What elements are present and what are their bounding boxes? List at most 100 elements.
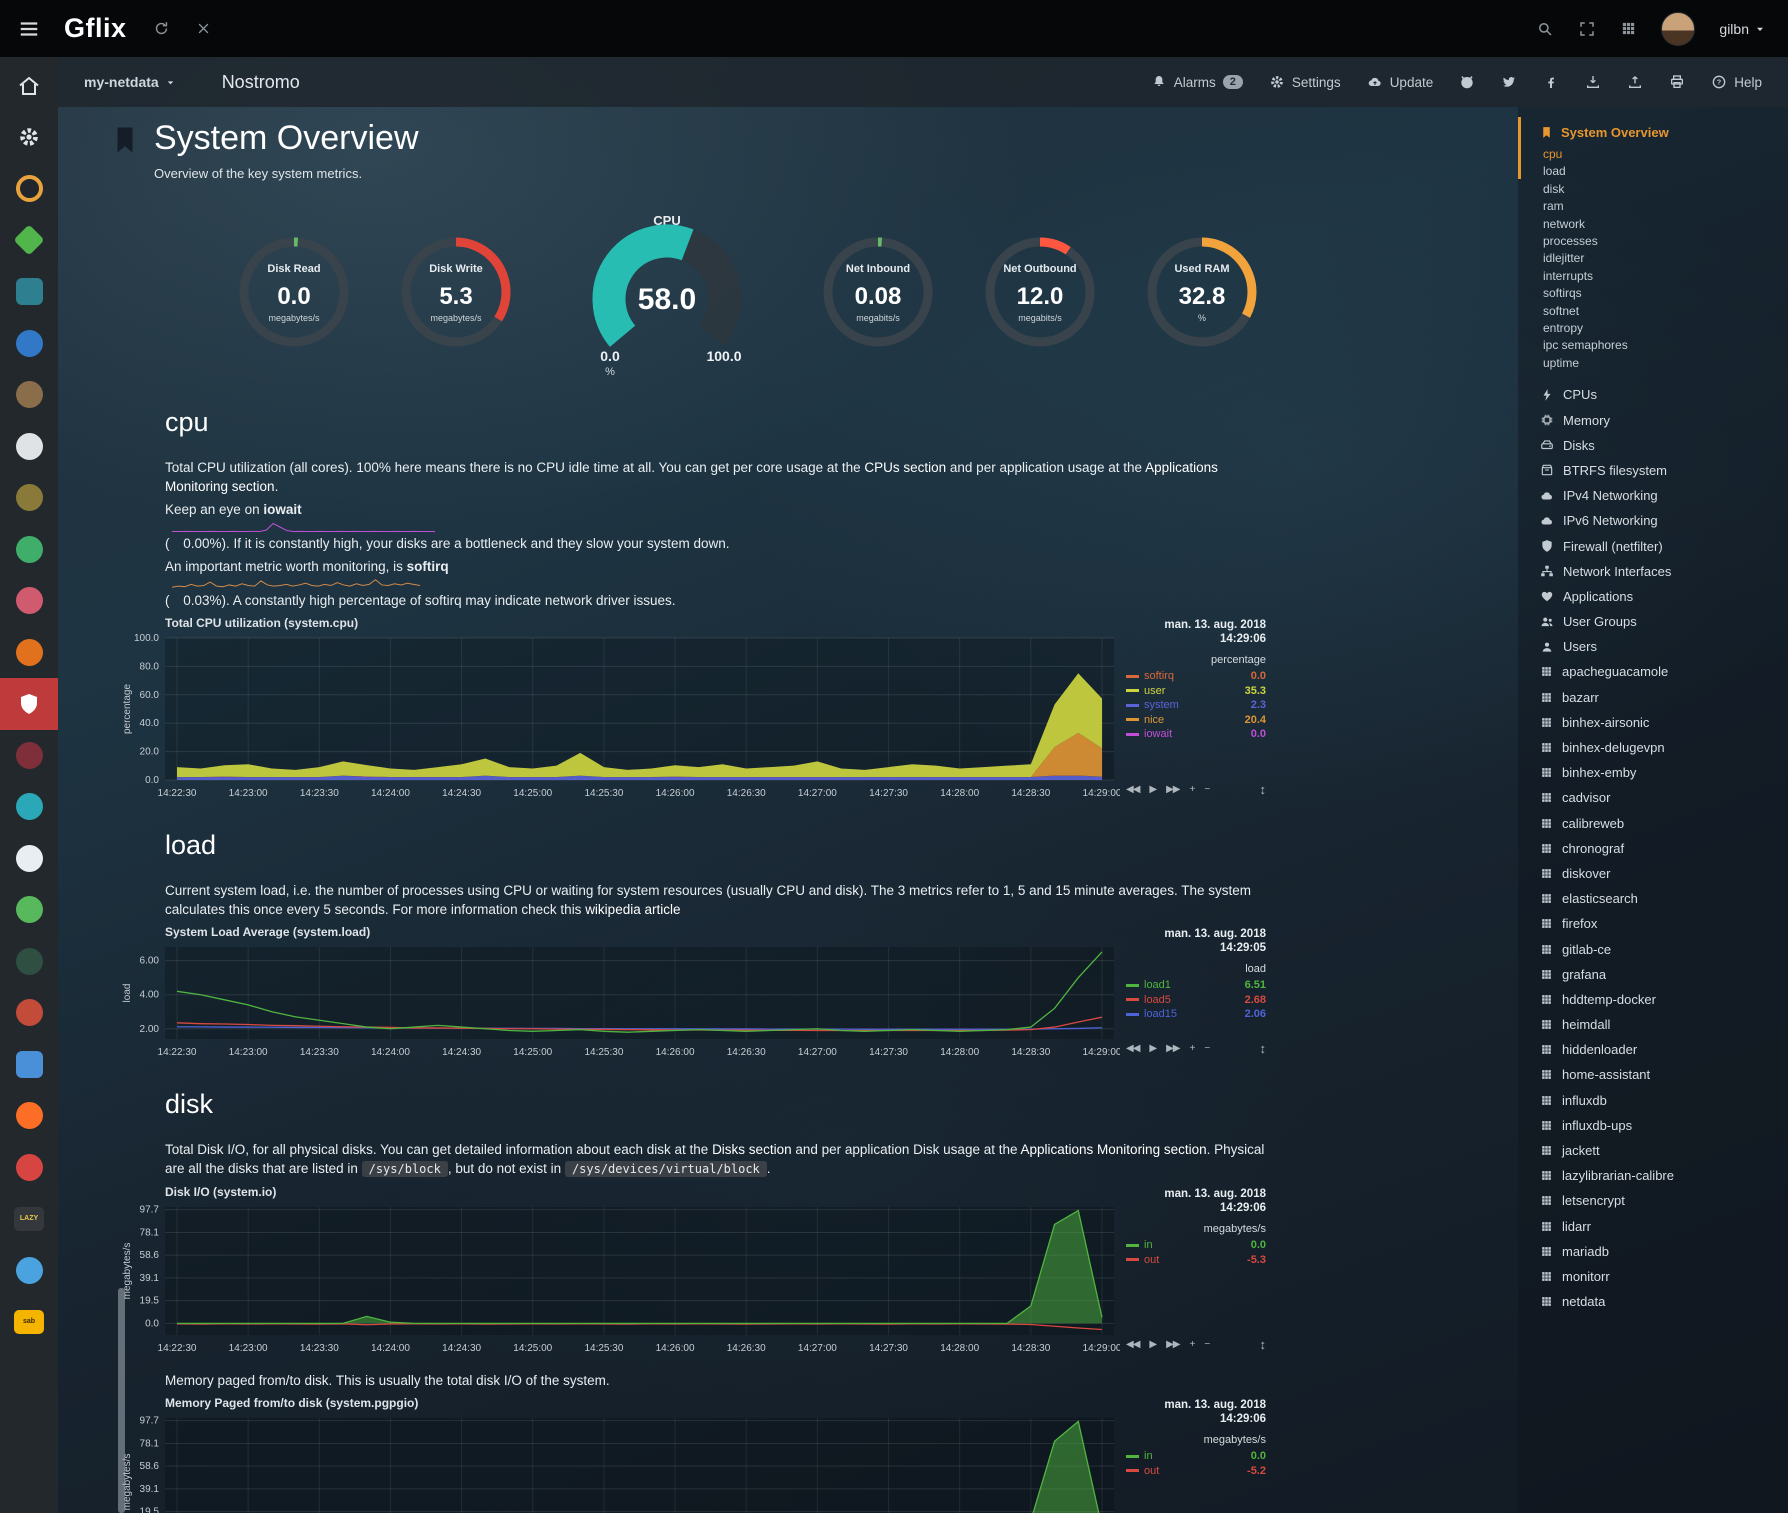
legend-item-system[interactable]: system2.3	[1126, 698, 1266, 713]
resize-handle[interactable]: ↕	[1260, 1041, 1267, 1056]
sidebar-app-app-13[interactable]	[0, 833, 58, 885]
chart-plot-load[interactable]: 6.004.002.0014:22:3014:23:0014:23:3014:2…	[119, 941, 1120, 1059]
close-icon[interactable]	[196, 21, 211, 36]
sidebar-app-app-10[interactable]	[0, 627, 58, 679]
search-icon[interactable]	[1536, 20, 1554, 38]
refresh-icon[interactable]	[153, 20, 170, 37]
nav-section-memory[interactable]: Memory	[1540, 407, 1780, 432]
gauge-disk-write[interactable]: Disk Write5.3megabytes/s	[390, 228, 522, 360]
zoom-out-button[interactable]: −	[1204, 1043, 1209, 1054]
iowait-sparkline[interactable]	[171, 519, 436, 534]
sidebar-app-app-6[interactable]	[0, 421, 58, 473]
nav-app-hiddenloader[interactable]: hiddenloader	[1540, 1037, 1780, 1062]
sidebar-app-app-12[interactable]	[0, 781, 58, 833]
sidebar-app-app-9[interactable]	[0, 575, 58, 627]
nav-app-grafana[interactable]: grafana	[1540, 962, 1780, 987]
legend-item-out[interactable]: out-5.3	[1126, 1253, 1266, 1268]
nav-item-disk[interactable]: disk	[1540, 181, 1780, 198]
resize-handle[interactable]: ↕	[1260, 782, 1267, 797]
legend-item-in[interactable]: in0.0	[1126, 1449, 1266, 1464]
zoom-out-button[interactable]: −	[1204, 1339, 1209, 1350]
sidebar-app-app-20[interactable]: LAZY	[0, 1193, 58, 1245]
nav-item-softnet[interactable]: softnet	[1540, 303, 1780, 320]
nav-section-applications[interactable]: Applications	[1540, 584, 1780, 609]
zoom-in-button[interactable]: +	[1189, 784, 1194, 795]
help-menu-item[interactable]: ?Help	[1711, 74, 1762, 90]
fullscreen-icon[interactable]	[1578, 20, 1596, 38]
nav-section-user-groups[interactable]: User Groups	[1540, 609, 1780, 634]
nav-app-home-assistant[interactable]: home-assistant	[1540, 1062, 1780, 1087]
nav-section-ipv6-networking[interactable]: IPv6 Networking	[1540, 508, 1780, 533]
nav-app-elasticsearch[interactable]: elasticsearch	[1540, 886, 1780, 911]
sidebar-app-app-18[interactable]	[0, 1090, 58, 1142]
nav-app-binhex-delugevpn[interactable]: binhex-delugevpn	[1540, 735, 1780, 760]
gauge-net-inbound[interactable]: Net Inbound0.08megabits/s	[812, 228, 944, 360]
sidebar-app-app-2[interactable]	[0, 215, 58, 267]
nav-app-jackett[interactable]: jackett	[1540, 1138, 1780, 1163]
pan-backward-button[interactable]: ◀◀	[1126, 1043, 1139, 1054]
nav-app-netdata[interactable]: netdata	[1540, 1289, 1780, 1314]
chart-plot-cpu[interactable]: 100.080.060.040.020.00.014:22:3014:23:00…	[119, 632, 1120, 800]
apps-grid-icon[interactable]	[1620, 20, 1637, 37]
pan-forward-button[interactable]: ▶▶	[1166, 1043, 1179, 1054]
chart-plot-pgpgio[interactable]: 97.778.158.639.119.50.014:22:3014:23:001…	[119, 1412, 1120, 1513]
sidebar-app-home[interactable]	[0, 60, 58, 112]
nav-app-lidarr[interactable]: lidarr	[1540, 1213, 1780, 1238]
nav-item-load[interactable]: load	[1540, 163, 1780, 180]
github-menu-item[interactable]	[1459, 74, 1475, 90]
legend-item-out[interactable]: out-5.2	[1126, 1464, 1266, 1479]
sidebar-app-app-1[interactable]	[0, 163, 58, 215]
alarms-menu-item[interactable]: Alarms2	[1151, 74, 1243, 90]
pan-forward-button[interactable]: ▶▶	[1166, 784, 1179, 795]
nav-item-ipc-semaphores[interactable]: ipc semaphores	[1540, 337, 1780, 354]
nav-app-cadvisor[interactable]: cadvisor	[1540, 785, 1780, 810]
twitter-menu-item[interactable]	[1501, 74, 1517, 90]
print-menu-item[interactable]	[1669, 74, 1685, 90]
inline-link[interactable]: Applications Monitoring section	[1021, 1142, 1207, 1157]
gauge-cpu[interactable]: CPU58.00.0100.0%	[552, 211, 782, 377]
sidebar-app-app-active[interactable]	[0, 678, 58, 730]
nav-app-gitlab-ce[interactable]: gitlab-ce	[1540, 936, 1780, 961]
nav-app-apacheguacamole[interactable]: apacheguacamole	[1540, 659, 1780, 684]
nav-item-interrupts[interactable]: interrupts	[1540, 268, 1780, 285]
inline-link[interactable]: CPUs section	[864, 460, 946, 475]
nav-item-uptime[interactable]: uptime	[1540, 355, 1780, 372]
nav-section-users[interactable]: Users	[1540, 634, 1780, 659]
sidebar-app-app-21[interactable]	[0, 1245, 58, 1297]
nav-item-softirqs[interactable]: softirqs	[1540, 285, 1780, 302]
sidebar-app-app-19[interactable]	[0, 1142, 58, 1194]
nav-section-disks[interactable]: Disks	[1540, 433, 1780, 458]
sidebar-app-app-17[interactable]	[0, 1039, 58, 1091]
nav-app-hddtemp-docker[interactable]: hddtemp-docker	[1540, 987, 1780, 1012]
nav-item-processes[interactable]: processes	[1540, 233, 1780, 250]
nav-app-chronograf[interactable]: chronograf	[1540, 836, 1780, 861]
sidebar-app-app-3[interactable]	[0, 266, 58, 318]
nav-item-network[interactable]: network	[1540, 216, 1780, 233]
legend-item-load15[interactable]: load152.06	[1126, 1007, 1266, 1022]
nav-item-ram[interactable]: ram	[1540, 198, 1780, 215]
pan-backward-button[interactable]: ◀◀	[1126, 784, 1139, 795]
zoom-in-button[interactable]: +	[1189, 1043, 1194, 1054]
gauge-net-outbound[interactable]: Net Outbound12.0megabits/s	[974, 228, 1106, 360]
nav-section-firewall-netfilter-[interactable]: Firewall (netfilter)	[1540, 533, 1780, 558]
sidebar-app-app-5[interactable]	[0, 369, 58, 421]
nav-app-lazylibrarian-calibre[interactable]: lazylibrarian-calibre	[1540, 1163, 1780, 1188]
nav-app-influxdb-ups[interactable]: influxdb-ups	[1540, 1113, 1780, 1138]
nav-app-binhex-airsonic[interactable]: binhex-airsonic	[1540, 710, 1780, 735]
nav-item-cpu[interactable]: cpu	[1540, 146, 1780, 163]
pan-forward-button[interactable]: ▶▶	[1166, 1339, 1179, 1350]
update-menu-item[interactable]: Update	[1367, 74, 1434, 90]
play-button[interactable]: ▶	[1149, 784, 1156, 795]
sidebar-app-app-14[interactable]	[0, 884, 58, 936]
nav-section-ipv4-networking[interactable]: IPv4 Networking	[1540, 483, 1780, 508]
download-menu-item[interactable]	[1585, 74, 1601, 90]
nav-section-btrfs-filesystem[interactable]: BTRFS filesystem	[1540, 458, 1780, 483]
facebook-menu-item[interactable]	[1543, 74, 1559, 90]
nav-section-cpus[interactable]: CPUs	[1540, 382, 1780, 407]
legend-item-user[interactable]: user35.3	[1126, 684, 1266, 699]
nav-app-calibreweb[interactable]: calibreweb	[1540, 810, 1780, 835]
nav-item-entropy[interactable]: entropy	[1540, 320, 1780, 337]
pan-backward-button[interactable]: ◀◀	[1126, 1339, 1139, 1350]
sidebar-app-app-11[interactable]	[0, 730, 58, 782]
legend-item-load5[interactable]: load52.68	[1126, 993, 1266, 1008]
